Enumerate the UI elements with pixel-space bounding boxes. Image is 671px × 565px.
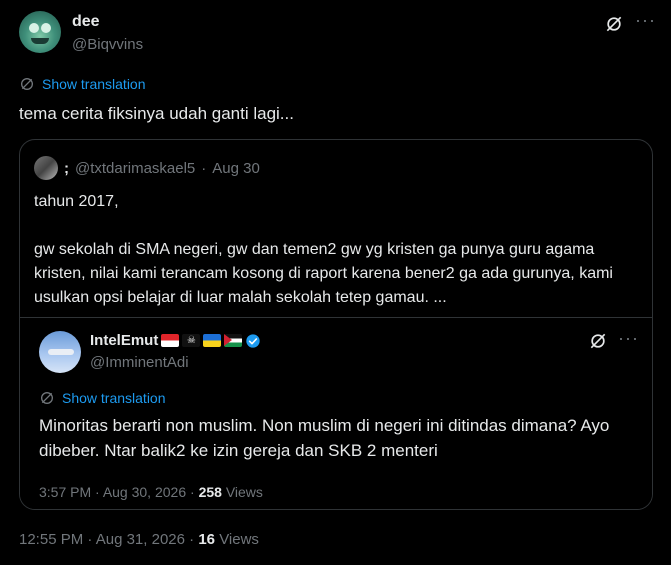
- nested-views-label: Views: [225, 484, 263, 500]
- quoted-author-handle: @txtdarimaskael5: [75, 159, 196, 177]
- nested-tweet-time[interactable]: 3:57 PM: [39, 484, 91, 500]
- show-translation-link[interactable]: Show translation: [19, 76, 146, 92]
- tweet-meta: 12:55 PM · Aug 31, 2026 · 16 Views: [19, 531, 259, 548]
- grok-icon[interactable]: [588, 331, 608, 351]
- quoted-author-name: ;: [64, 159, 69, 177]
- nested-tweet-date[interactable]: Aug 30, 2026: [103, 484, 186, 500]
- quoted-tweet-card[interactable]: ; @txtdarimaskael5 · Aug 30 tahun 2017, …: [19, 139, 653, 510]
- tweet-date[interactable]: Aug 31, 2026: [96, 531, 185, 548]
- globe-icon: [41, 392, 53, 404]
- show-translation-label: Show translation: [42, 76, 146, 92]
- ukraine-flag-icon: [203, 334, 222, 347]
- nested-author-name-row[interactable]: IntelEmut ☠: [90, 332, 261, 349]
- views-label: Views: [219, 531, 259, 548]
- views-count: 16: [198, 531, 216, 548]
- author-handle[interactable]: @Biqvvins: [72, 36, 143, 53]
- more-icon[interactable]: ···: [635, 10, 656, 31]
- tweet-time[interactable]: 12:55 PM: [19, 531, 83, 548]
- show-translation-link[interactable]: Show translation: [39, 390, 166, 406]
- nested-tweet-meta: 3:57 PM · Aug 30, 2026 · 258 Views: [39, 484, 263, 500]
- globe-icon: [21, 78, 33, 90]
- quoted-paragraph: gw sekolah di SMA negeri, gw dan temen2 …: [34, 241, 613, 306]
- quoted-tweet-date: Aug 30: [212, 159, 260, 177]
- nested-views-count: 258: [198, 484, 222, 500]
- grok-icon[interactable]: [604, 14, 624, 34]
- quoted-author-avatar: [34, 156, 58, 180]
- quoted-paragraph: tahun 2017,: [34, 193, 119, 210]
- quoted-tweet-body: tahun 2017, gw sekolah di SMA negeri, gw…: [34, 190, 638, 310]
- pirate-flag-icon: ☠: [182, 334, 201, 347]
- author-avatar[interactable]: [19, 11, 61, 53]
- separator-dot: ·: [201, 159, 207, 177]
- nested-author-avatar[interactable]: [39, 331, 81, 373]
- nested-author-handle[interactable]: @ImminentAdi: [90, 354, 189, 371]
- nested-author-name: IntelEmut: [90, 332, 159, 349]
- nested-tweet-text: Minoritas berarti non muslim. Non muslim…: [39, 416, 610, 460]
- more-icon[interactable]: ···: [618, 328, 639, 349]
- show-translation-label: Show translation: [62, 390, 166, 406]
- nested-tweet[interactable]: IntelEmut ☠ @ImminentAdi ··· Show transl…: [20, 317, 652, 509]
- author-name[interactable]: dee: [72, 13, 100, 31]
- indonesia-flag-icon: [161, 334, 180, 347]
- tweet-text: tema cerita fiksinya udah ganti lagi...: [19, 104, 294, 123]
- verified-badge-icon: [246, 333, 261, 348]
- quoted-tweet-header: ; @txtdarimaskael5 · Aug 30: [34, 156, 260, 180]
- palestine-flag-icon: [224, 334, 243, 347]
